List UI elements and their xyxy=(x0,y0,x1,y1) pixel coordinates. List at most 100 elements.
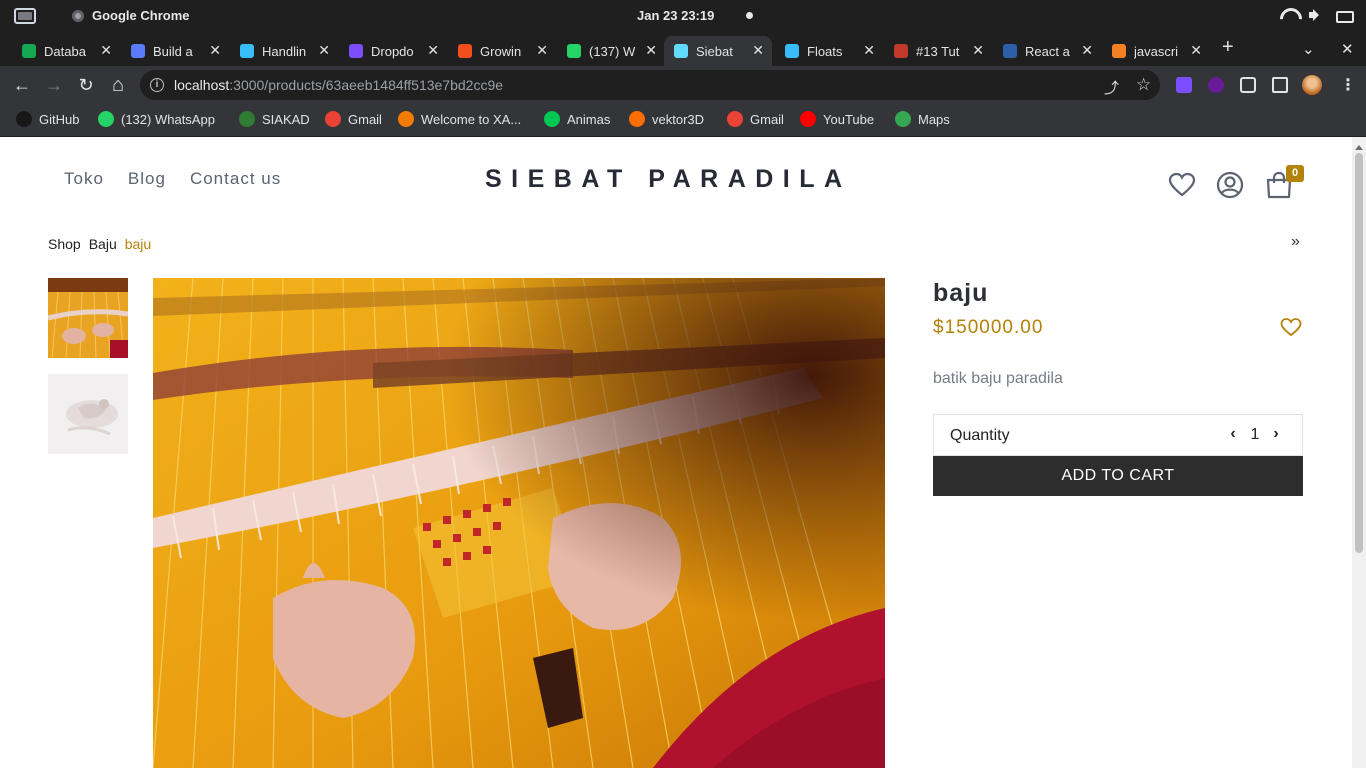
product-thumbnail[interactable] xyxy=(48,278,128,358)
bookmark-animas[interactable]: Animas xyxy=(544,111,610,127)
animas-icon xyxy=(544,111,560,127)
product-thumbnail[interactable] xyxy=(48,374,128,454)
bookmark-label: Maps xyxy=(918,111,950,127)
bookmark-label: Animas xyxy=(567,111,611,127)
wifi-icon[interactable] xyxy=(1280,8,1296,22)
breadcrumb-shop[interactable]: Shop xyxy=(48,236,81,252)
address-bar[interactable]: i localhost:3000/products/63aeeb1484ff51… xyxy=(140,70,1160,100)
decrease-quantity-button[interactable]: ‹ xyxy=(1225,425,1241,445)
close-window-button[interactable]: ✕ xyxy=(1341,40,1354,58)
tab-growing[interactable]: Growin ✕ xyxy=(448,36,556,66)
wishlist-heart-icon[interactable] xyxy=(1168,171,1196,199)
site-info-icon[interactable]: i xyxy=(150,78,164,92)
nav-link-contact[interactable]: Contact us xyxy=(190,169,281,189)
bookmark-siakad[interactable]: SIAKAD xyxy=(239,111,310,127)
system-tray[interactable] xyxy=(1280,8,1354,23)
tab-dropdown[interactable]: Dropdo ✕ xyxy=(339,36,447,66)
tab-build[interactable]: Build a ✕ xyxy=(121,36,229,66)
tab-search-button[interactable]: ⌄ xyxy=(1302,40,1315,58)
tab-title: React a xyxy=(1025,43,1070,59)
close-tab-icon[interactable]: ✕ xyxy=(645,42,657,59)
quantity-label: Quantity xyxy=(950,427,1010,444)
bookmark-star-icon[interactable]: ☆ xyxy=(1136,75,1151,95)
product-main-image[interactable] xyxy=(153,278,885,768)
close-tab-icon[interactable]: ✕ xyxy=(209,42,221,59)
close-tab-icon[interactable]: ✕ xyxy=(752,42,764,59)
tab-title: Floats xyxy=(807,43,843,59)
tab-strip: Databa ✕ Build a ✕ Handlin ✕ Dropdo ✕ Gr… xyxy=(0,32,1366,66)
increase-quantity-button[interactable]: › xyxy=(1268,425,1284,445)
home-button[interactable]: ⌂ xyxy=(107,74,129,96)
whatsapp-icon xyxy=(567,44,581,58)
nav-link-blog[interactable]: Blog xyxy=(128,169,166,189)
bookmark-gmail-2[interactable]: Gmail xyxy=(727,111,784,127)
bookmark-github[interactable]: GitHub xyxy=(16,111,79,127)
bookmark-whatsapp[interactable]: (132) WhatsApp xyxy=(98,111,215,127)
reload-button[interactable]: ↻ xyxy=(75,74,97,96)
menu-icon[interactable]: ⋮ xyxy=(1340,75,1356,95)
close-tab-icon[interactable]: ✕ xyxy=(1081,42,1093,59)
page-viewport: Toko Blog Contact us SIEBAT PARADILA 0 S… xyxy=(0,137,1352,768)
close-tab-icon[interactable]: ✕ xyxy=(1190,42,1202,59)
bookmark-label: vektor3D xyxy=(652,111,705,127)
bookmark-xampp[interactable]: Welcome to XA... xyxy=(398,111,521,127)
share-icon[interactable]: ⤴ xyxy=(1104,77,1119,98)
tab-tutorial[interactable]: #13 Tut ✕ xyxy=(884,36,992,66)
scroll-up-arrow-icon[interactable] xyxy=(1355,141,1363,150)
side-panel-icon[interactable] xyxy=(1272,77,1288,93)
bookmark-label: SIAKAD xyxy=(262,111,310,127)
tab-handling[interactable]: Handlin ✕ xyxy=(230,36,338,66)
tab-javascript[interactable]: javascri ✕ xyxy=(1102,36,1210,66)
bookmark-youtube[interactable]: YouTube xyxy=(800,111,874,127)
clock[interactable]: Jan 23 23:19 xyxy=(637,8,714,23)
puzzle-icon[interactable] xyxy=(1240,77,1256,93)
nav-link-toko[interactable]: Toko xyxy=(64,169,104,189)
close-tab-icon[interactable]: ✕ xyxy=(972,42,984,59)
account-icon[interactable] xyxy=(1216,171,1244,199)
tab-title: Growin xyxy=(480,43,522,59)
brand-logo[interactable]: SIEBAT PARADILA xyxy=(485,165,852,194)
cart-count-badge: 0 xyxy=(1286,165,1304,182)
activities-icon[interactable] xyxy=(14,8,36,24)
profile-avatar[interactable] xyxy=(1302,75,1322,95)
back-button[interactable]: ← xyxy=(11,74,33,96)
new-tab-button[interactable]: + xyxy=(1222,36,1234,59)
batik-thumbnail-image xyxy=(48,374,128,454)
forward-button[interactable]: → xyxy=(43,74,65,96)
tab-siebat[interactable]: Siebat ✕ xyxy=(664,36,772,66)
gmail-icon xyxy=(727,111,743,127)
close-tab-icon[interactable]: ✕ xyxy=(427,42,439,59)
close-tab-icon[interactable]: ✕ xyxy=(863,42,875,59)
close-tab-icon[interactable]: ✕ xyxy=(100,42,112,59)
close-tab-icon[interactable]: ✕ xyxy=(536,42,548,59)
bookmark-maps[interactable]: Maps xyxy=(895,111,950,127)
download-extension-icon[interactable] xyxy=(1208,77,1224,93)
volume-icon[interactable] xyxy=(1308,8,1324,22)
breadcrumb-more-icon[interactable]: » xyxy=(1291,233,1300,251)
page-scrollbar[interactable] xyxy=(1352,137,1366,768)
breadcrumb-category[interactable]: Baju xyxy=(89,236,117,252)
os-top-bar: Google Chrome Jan 23 23:19 xyxy=(0,0,1366,32)
tab-title: javascri xyxy=(1134,43,1179,59)
bookmark-gmail[interactable]: Gmail xyxy=(325,111,382,127)
tab-database[interactable]: Databa ✕ xyxy=(12,36,120,66)
vektor3d-icon xyxy=(629,111,645,127)
tab-title: Handlin xyxy=(262,43,307,59)
app-name[interactable]: Google Chrome xyxy=(92,8,190,23)
notification-dot-icon xyxy=(746,12,753,19)
extension-icon[interactable] xyxy=(1176,77,1192,93)
bookmark-vektor3d[interactable]: vektor3D xyxy=(629,111,704,127)
tab-react[interactable]: React a ✕ xyxy=(993,36,1101,66)
quantity-value[interactable]: 1 xyxy=(1248,426,1262,444)
add-to-cart-button[interactable]: ADD TO CART xyxy=(933,456,1303,496)
battery-icon[interactable] xyxy=(1336,8,1354,23)
tab-floats[interactable]: Floats ✕ xyxy=(775,36,883,66)
url-text[interactable]: localhost:3000/products/63aeeb1484ff513e… xyxy=(174,77,503,93)
close-tab-icon[interactable]: ✕ xyxy=(318,42,330,59)
add-to-wishlist-heart-icon[interactable] xyxy=(1280,317,1302,337)
tab-whatsapp[interactable]: (137) W ✕ xyxy=(557,36,665,66)
product-description: batik baju paradila xyxy=(933,370,1063,387)
tab-title: #13 Tut xyxy=(916,43,960,59)
tab-title: (137) W xyxy=(589,43,636,59)
scrollbar-thumb[interactable] xyxy=(1355,153,1363,553)
